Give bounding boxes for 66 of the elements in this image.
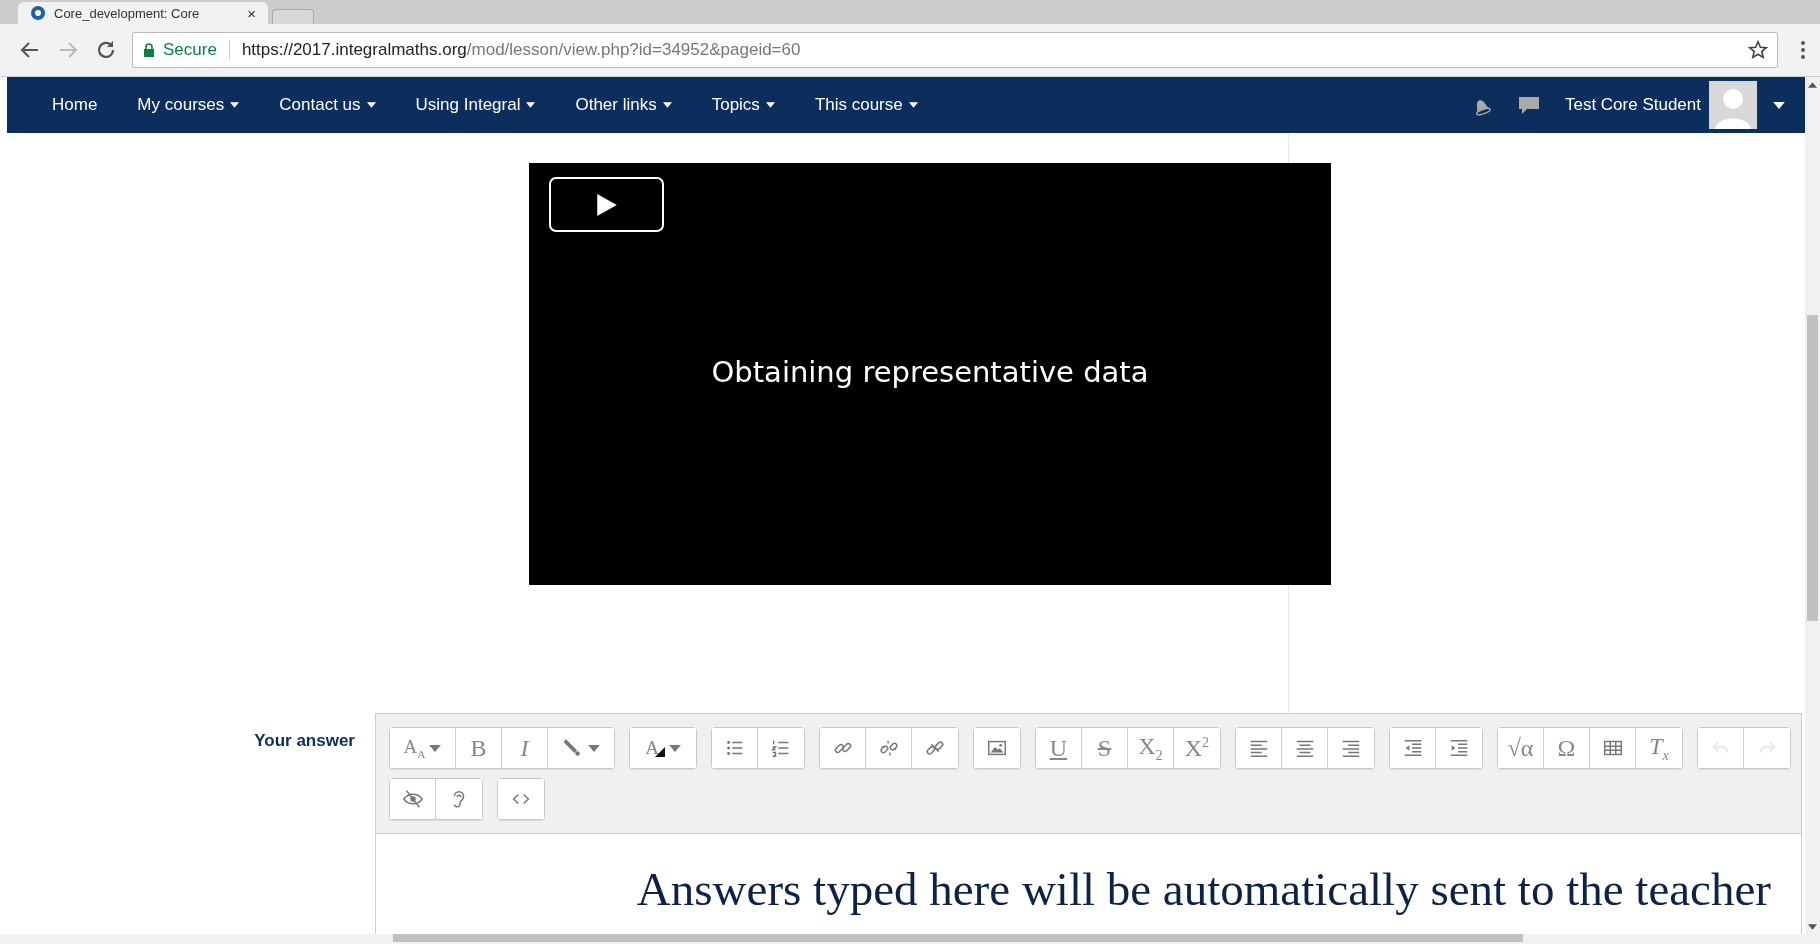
nav-dropdown[interactable]: This course bbox=[814, 95, 918, 115]
video-title: Obtaining representative data bbox=[711, 355, 1149, 389]
toolbar-button[interactable] bbox=[820, 728, 866, 768]
caret-icon bbox=[526, 102, 536, 108]
scrollbar-thumb[interactable] bbox=[1807, 315, 1818, 621]
lock-icon bbox=[143, 43, 155, 57]
toolbar-button[interactable]: A$_{A}$ bbox=[390, 728, 456, 768]
caret-icon bbox=[765, 102, 775, 108]
toolbar-button[interactable] bbox=[866, 728, 912, 768]
address-bar[interactable]: Secure https://2017.integralmaths.org/mod/lesson/view.php?id=34952&pageid=60 bbox=[132, 32, 1778, 68]
nav-dropdown[interactable]: Other links bbox=[575, 95, 672, 115]
caret-icon bbox=[662, 102, 672, 108]
scroll-up-icon[interactable] bbox=[1808, 82, 1817, 88]
browser-tab[interactable]: Core_development: Core × bbox=[18, 2, 268, 24]
vertical-scrollbar[interactable] bbox=[1805, 77, 1820, 935]
toolbar-button[interactable] bbox=[436, 779, 482, 819]
toolbar-button[interactable] bbox=[1328, 728, 1374, 768]
toolbar-button[interactable] bbox=[548, 728, 614, 768]
nav-dropdown[interactable]: My courses bbox=[137, 95, 240, 115]
horizontal-scrollbar[interactable] bbox=[0, 934, 1820, 944]
nav-dropdown[interactable]: Using Integral bbox=[415, 95, 536, 115]
answer-label: Your answer bbox=[254, 731, 355, 750]
caret-icon bbox=[429, 744, 442, 752]
toolbar-button[interactable] bbox=[1282, 728, 1328, 768]
toolbar-button[interactable] bbox=[974, 728, 1020, 768]
toolbar-button[interactable]: T$_{x}$ bbox=[1636, 728, 1682, 768]
star-icon[interactable] bbox=[1747, 39, 1769, 61]
toolbar-button[interactable]: Ω bbox=[1544, 728, 1590, 768]
toolbar-button[interactable] bbox=[1236, 728, 1282, 768]
toolbar-button[interactable] bbox=[390, 779, 436, 819]
nav-dropdown[interactable]: Contact us bbox=[279, 95, 376, 115]
nav-link[interactable]: Home bbox=[52, 95, 98, 115]
toolbar-button[interactable]: S bbox=[1082, 728, 1128, 768]
toolbar-button[interactable] bbox=[1390, 728, 1436, 768]
url-text: https://2017.integralmaths.org/mod/lesson/view.php?id=34952&pageid=60 bbox=[241, 40, 802, 60]
tab-title: Core_development: Core bbox=[54, 5, 201, 21]
user-name[interactable]: Test Core Student bbox=[1564, 95, 1701, 115]
caret-icon bbox=[668, 744, 681, 752]
toolbar-button[interactable]: U bbox=[1036, 728, 1082, 768]
tab-close-button[interactable]: × bbox=[247, 4, 256, 22]
answer-text: Answers typed here will be automatically sent to the teacher bbox=[636, 863, 1771, 915]
eye-icon bbox=[401, 788, 424, 810]
nav-dropdown[interactable]: Topics bbox=[711, 95, 775, 115]
indent-icon bbox=[1448, 737, 1470, 759]
toolbar-button[interactable]: √α bbox=[1498, 728, 1544, 768]
scrollbar-thumb[interactable] bbox=[393, 934, 1523, 942]
caret-icon bbox=[366, 102, 376, 108]
scroll-down-icon[interactable] bbox=[1808, 924, 1817, 930]
toolbar-button[interactable] bbox=[712, 728, 758, 768]
toolbar-button[interactable] bbox=[1590, 728, 1636, 768]
toolbar-button[interactable]: B bbox=[456, 728, 502, 768]
play-icon bbox=[596, 193, 617, 216]
toolbar-button[interactable]: X$^{2}$ bbox=[1174, 728, 1220, 768]
secure-label: Secure bbox=[163, 40, 217, 60]
toolbar-button[interactable] bbox=[912, 728, 958, 768]
toolbar-button[interactable]: A bbox=[630, 728, 696, 768]
toolbar-button[interactable]: X$_{2}$ bbox=[1128, 728, 1174, 768]
play-button[interactable] bbox=[549, 177, 664, 232]
caret-icon bbox=[588, 744, 600, 752]
toolbar-button[interactable] bbox=[1436, 728, 1482, 768]
caret-icon[interactable] bbox=[1773, 101, 1785, 109]
toolbar-button[interactable]: I bbox=[502, 728, 548, 768]
menu-icon[interactable] bbox=[1800, 40, 1806, 60]
caret-icon bbox=[908, 102, 918, 108]
caret-icon bbox=[230, 102, 240, 108]
toolbar-button[interactable] bbox=[758, 728, 804, 768]
